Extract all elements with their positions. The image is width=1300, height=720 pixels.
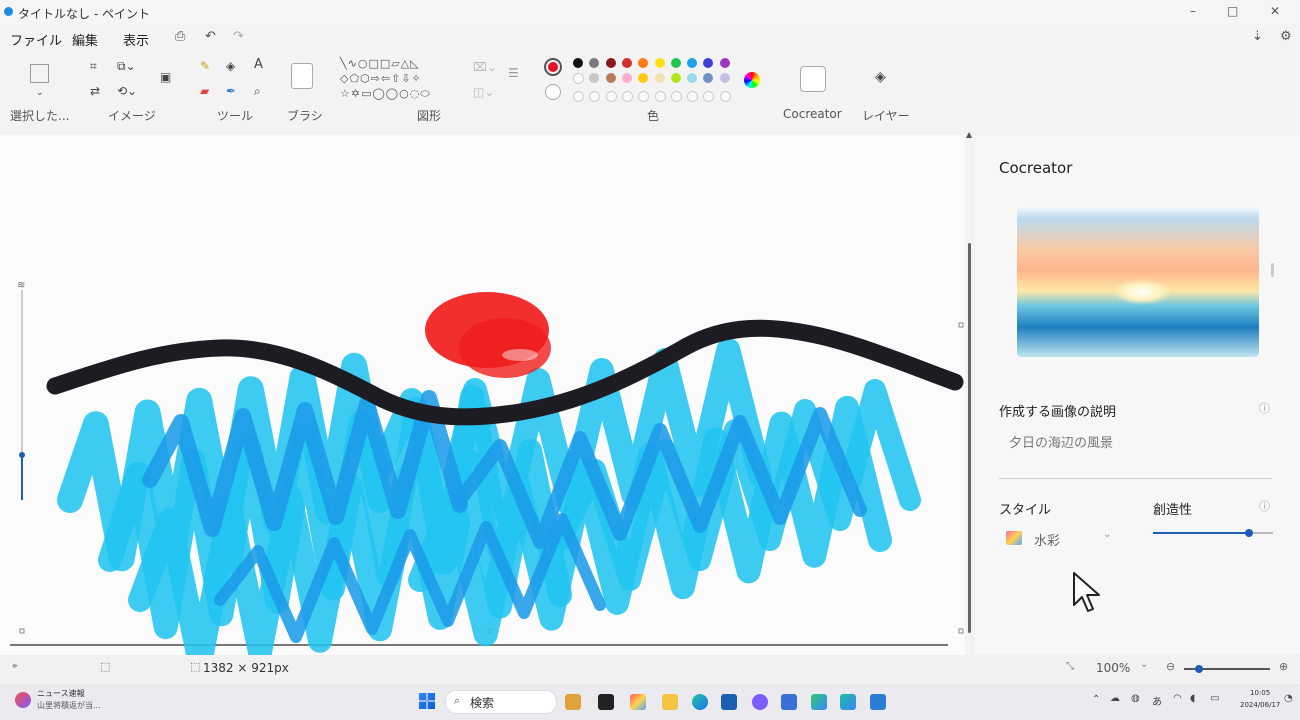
- news-widget-subtitle[interactable]: 山里将積返が当...: [37, 700, 101, 711]
- creativity-slider-knob[interactable]: [1245, 529, 1253, 537]
- fit-to-window-icon[interactable]: ⤡: [1066, 661, 1074, 672]
- taskbar-camera-icon[interactable]: [781, 694, 797, 710]
- search-icon: ⌕: [454, 694, 461, 707]
- tray-ime-icon[interactable]: あ: [1152, 693, 1162, 708]
- status-bar: ⌖ ⬚ ⬚ 1382 × 921px ⤡ 100% ⌄ ⊖ ⊕: [0, 655, 1300, 683]
- zoom-in-icon[interactable]: ⊕: [1279, 660, 1288, 673]
- taskbar-app-icon-9[interactable]: [811, 694, 827, 710]
- zoom-chevron-down-icon[interactable]: ⌄: [1140, 659, 1148, 670]
- generated-image-preview[interactable]: [1017, 207, 1259, 357]
- tray-app-icon[interactable]: ◍: [1131, 693, 1140, 704]
- taskbar-app-icon-2[interactable]: [598, 694, 614, 710]
- windows-taskbar: ニュース速報 山里将積返が当... ⌕ 検索 ⌃ ☁ ◍ あ ◠ ◖ ▭ 10:…: [0, 684, 1300, 720]
- maximize-button[interactable]: □: [1227, 4, 1238, 18]
- creativity-info-icon[interactable]: ⓘ: [1259, 498, 1270, 514]
- taskbar-app-icon-10[interactable]: [840, 694, 856, 710]
- notification-icon[interactable]: ◔: [1284, 693, 1293, 704]
- settings-gear-icon[interactable]: ⚙: [1280, 29, 1292, 44]
- creativity-slider-fill: [1153, 532, 1249, 534]
- creativity-slider[interactable]: [1153, 529, 1273, 537]
- mouse-cursor-icon: [1073, 572, 1100, 612]
- zoom-slider-knob[interactable]: [1195, 665, 1203, 673]
- preview-scrollbar[interactable]: [1271, 263, 1274, 277]
- search-label: 検索: [470, 696, 495, 710]
- style-value: 水彩: [1034, 534, 1061, 549]
- taskbar-app-icon-1[interactable]: [565, 694, 581, 710]
- description-info-icon[interactable]: ⓘ: [1259, 400, 1270, 416]
- taskbar-photos-icon[interactable]: [870, 694, 886, 710]
- selection-size-icon: ⬚: [100, 660, 111, 673]
- minimize-button[interactable]: –: [1190, 4, 1196, 18]
- drawing-canvas[interactable]: [0, 0, 965, 655]
- tray-chevron-up-icon[interactable]: ⌃: [1092, 694, 1100, 705]
- watercolor-style-icon: [1006, 531, 1022, 545]
- style-label: スタイル: [999, 503, 1052, 518]
- canvas-resize-handle-right: [958, 322, 964, 328]
- cocreator-panel-title: Cocreator: [999, 159, 1073, 177]
- news-widget-title[interactable]: ニュース速報: [37, 688, 85, 699]
- clock-date[interactable]: 2024/06/17: [1240, 701, 1280, 709]
- tray-wifi-icon[interactable]: ◠: [1173, 693, 1182, 704]
- creativity-label: 創造性: [1153, 503, 1193, 518]
- taskbar-search-box[interactable]: ⌕ 検索: [445, 690, 557, 714]
- taskbar-app-icon-7[interactable]: [752, 694, 768, 710]
- canvas-size-label: 1382 × 921px: [203, 661, 289, 675]
- taskbar-copilot-icon[interactable]: [630, 694, 646, 710]
- sync-icon[interactable]: ⇣: [1252, 29, 1263, 44]
- cocreator-panel: Cocreator 作成する画像の説明 ⓘ 夕日の海辺の風景 スタイル 水彩 ⌄…: [975, 135, 1300, 655]
- scroll-up-icon[interactable]: ▲: [966, 130, 972, 139]
- cursor-position-icon: ⌖: [12, 661, 18, 672]
- close-button[interactable]: ✕: [1270, 4, 1280, 18]
- style-chevron-down-icon: ⌄: [1103, 529, 1112, 540]
- canvas-origin-marker: [19, 628, 25, 634]
- style-dropdown[interactable]: 水彩 ⌄: [1003, 529, 1119, 549]
- tray-battery-icon[interactable]: ▭: [1210, 693, 1219, 704]
- tray-cloud-icon[interactable]: ☁: [1110, 693, 1120, 704]
- taskbar-edge-icon[interactable]: [692, 694, 708, 710]
- windows-start-icon[interactable]: [419, 693, 435, 709]
- taskbar-store-icon[interactable]: [721, 694, 737, 710]
- clock-time[interactable]: 10:05: [1250, 689, 1270, 697]
- zoom-level[interactable]: 100%: [1096, 661, 1130, 675]
- description-underline: [999, 478, 1272, 479]
- zoom-out-icon[interactable]: ⊖: [1166, 660, 1175, 673]
- description-label: 作成する画像の説明: [999, 405, 1117, 420]
- description-input[interactable]: 夕日の海辺の風景: [1009, 432, 1113, 451]
- vertical-scrollbar-thumb[interactable]: [968, 243, 971, 633]
- news-widget-icon[interactable]: [15, 692, 31, 708]
- canvas-resize-handle-corner: [958, 628, 964, 634]
- canvas-size-icon: ⬚: [190, 660, 201, 673]
- tray-volume-icon[interactable]: ◖: [1190, 693, 1195, 704]
- taskbar-file-explorer-icon[interactable]: [662, 694, 678, 710]
